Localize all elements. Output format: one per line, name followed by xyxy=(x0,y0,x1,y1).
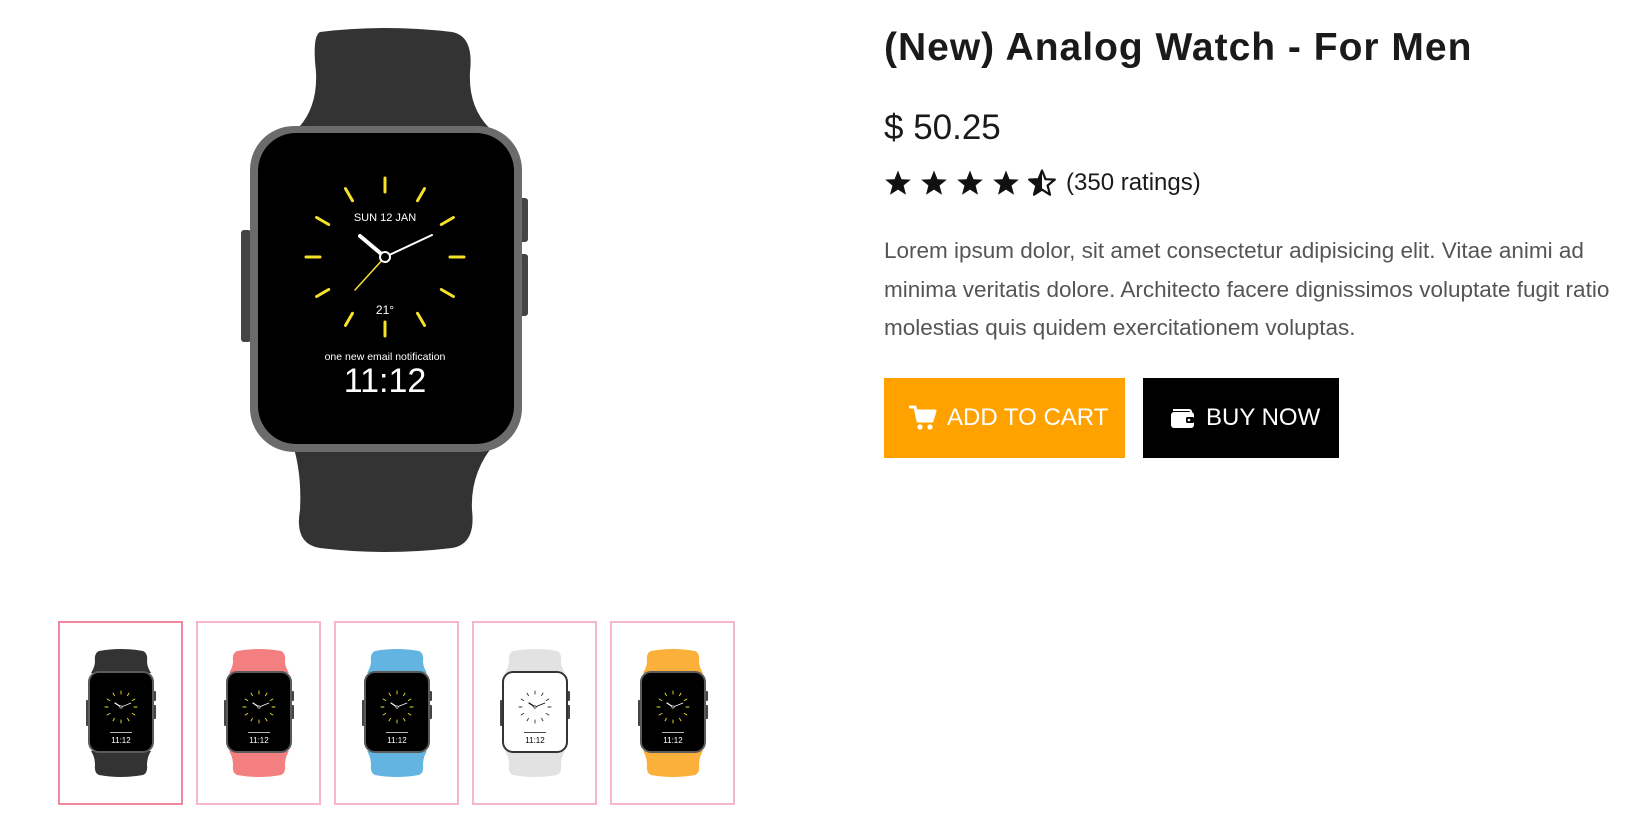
thumbnail-black-watch[interactable]: 11:12 xyxy=(58,621,183,805)
action-buttons: ADD TO CART BUY NOW xyxy=(884,378,1339,458)
watch-thumbnail-image: 11:12 xyxy=(637,649,708,777)
watch-thumbnail-image: 11:12 xyxy=(85,649,156,777)
product-page: SUN 12 JAN 21° one new email notificatio… xyxy=(0,0,1648,816)
thumbnail-digital-time: 11:12 xyxy=(249,736,269,745)
star-full-icon xyxy=(885,170,911,195)
thumbnail-white-watch[interactable]: 11:12 xyxy=(472,621,597,805)
watch-date: SUN 12 JAN xyxy=(354,212,416,224)
watch-thumbnail-image: 11:12 xyxy=(361,649,432,777)
add-to-cart-button[interactable]: ADD TO CART xyxy=(884,378,1125,458)
product-details: (New) Analog Watch - For Men $ 50.25 (35… xyxy=(884,0,1648,816)
add-to-cart-label: ADD TO CART xyxy=(947,404,1109,431)
wallet-icon xyxy=(1171,409,1194,428)
description-line: molestias quis quidem exercitationem vol… xyxy=(884,315,1356,340)
thumbnail-orange-watch[interactable]: 11:12 xyxy=(610,621,735,805)
star-full-icon xyxy=(921,170,947,195)
star-half-icon xyxy=(1028,169,1056,196)
thumbnail-pink-watch[interactable]: 11:12 xyxy=(196,621,321,805)
star-full-icon xyxy=(957,170,983,195)
buy-now-button[interactable]: BUY NOW xyxy=(1143,378,1339,458)
watch-temperature: 21° xyxy=(376,303,394,317)
thumbnail-digital-time: 11:12 xyxy=(111,736,131,745)
product-main-image: SUN 12 JAN 21° one new email notificatio… xyxy=(230,22,580,580)
rating-stars xyxy=(884,169,1064,197)
star-full-icon xyxy=(993,170,1019,195)
product-price: $ 50.25 xyxy=(884,108,1001,147)
ratings-count: (350 ratings) xyxy=(1066,169,1201,196)
product-description: Lorem ipsum dolor, sit amet consectetur … xyxy=(884,232,1648,348)
thumbnail-digital-time: 11:12 xyxy=(525,736,545,745)
smartwatch-image: SUN 12 JAN 21° one new email notificatio… xyxy=(241,28,528,552)
cart-icon xyxy=(909,405,937,430)
watch-thumbnail-image: 11:12 xyxy=(223,649,294,777)
product-title: (New) Analog Watch - For Men xyxy=(884,26,1473,69)
thumbnail-digital-time: 11:12 xyxy=(663,736,683,745)
buy-now-label: BUY NOW xyxy=(1206,404,1321,431)
watch-thumbnail-image: 11:12 xyxy=(499,649,570,777)
watch-digital-time: 11:12 xyxy=(344,362,427,400)
description-line: minima veritatis dolore. Architecto face… xyxy=(884,276,1610,302)
thumbnail-digital-time: 11:12 xyxy=(387,736,407,745)
description-line: Lorem ipsum dolor, sit amet consectetur … xyxy=(884,238,1584,263)
product-rating: (350 ratings) xyxy=(884,168,1201,198)
thumbnail-gallery: 11:12 11:12 11:12 11:12 11:12 xyxy=(58,621,735,805)
thumbnail-blue-watch[interactable]: 11:12 xyxy=(334,621,459,805)
